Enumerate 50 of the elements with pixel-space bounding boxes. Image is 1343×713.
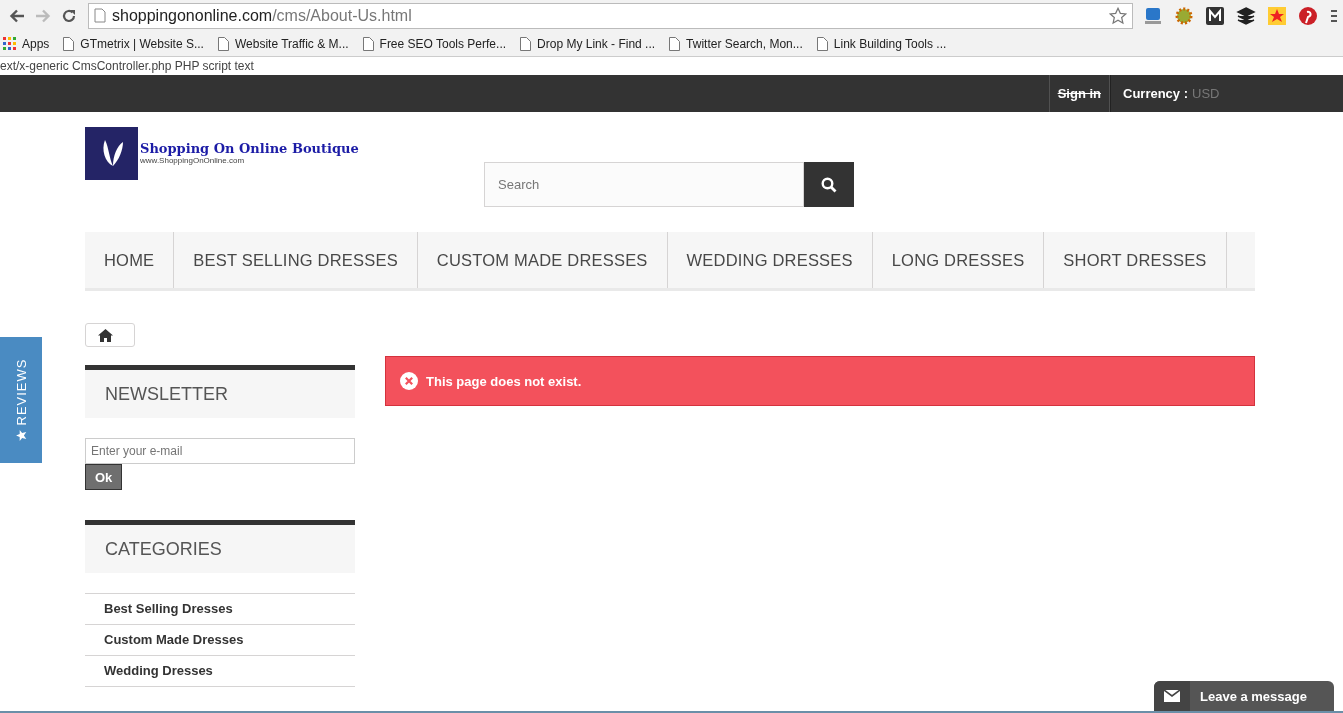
chat-button[interactable]: Leave a message: [1154, 681, 1334, 711]
bookmark[interactable]: Apps: [3, 36, 50, 51]
logo-badge[interactable]: [85, 127, 138, 180]
nav-link[interactable]: HOME: [85, 232, 175, 288]
nav-link[interactable]: BEST SELLING DRESSES: [174, 232, 418, 288]
block-title: NEWSLETTER: [105, 383, 228, 405]
ok-button[interactable]: Ok: [85, 464, 123, 490]
category-link[interactable]: Custom Made Dresses: [85, 625, 355, 656]
search-field[interactable]: Search: [484, 162, 804, 207]
category-link[interactable]: Wedding Dresses: [85, 656, 355, 687]
page-icon: [94, 8, 106, 23]
page-icon: [520, 36, 532, 51]
page-icon: [669, 36, 681, 51]
bookmark[interactable]: Twitter Search, Mon...: [669, 36, 803, 51]
pin-icon[interactable]: [1298, 5, 1318, 26]
page-icon: [816, 36, 828, 51]
page-icon: [217, 36, 229, 51]
nav-link[interactable]: WEDDING DRESSES: [667, 232, 873, 288]
nav-link[interactable]: CUSTOM MADE DRESSES: [417, 232, 668, 288]
star-icon: [15, 429, 27, 442]
bookmark[interactable]: Website Traffic & M...: [217, 36, 349, 51]
block-title: CATEGORIES: [105, 538, 222, 560]
nav-link[interactable]: LONG DRESSES: [872, 232, 1045, 288]
apps-icon: [3, 37, 16, 50]
error-message: This page does not exist.: [426, 373, 582, 389]
bookmark[interactable]: Link Building Tools ...: [816, 36, 947, 51]
layers-icon[interactable]: [1236, 5, 1256, 26]
home-icon: [98, 328, 113, 342]
page-icon: [63, 36, 75, 51]
currency-selector[interactable]: Currency : USD: [1110, 75, 1253, 112]
envelope-icon: [1164, 690, 1180, 702]
bookmark[interactable]: GTmetrix | Website S...: [63, 36, 204, 51]
search-icon: [821, 176, 837, 193]
address-bar[interactable]: shoppingononline.com/cms/About-Us.html: [88, 2, 1133, 29]
logo-title[interactable]: Shopping On Online Boutique: [140, 141, 359, 156]
error-icon: [400, 372, 418, 390]
sign-in-link[interactable]: Sign in: [1048, 75, 1110, 112]
star-icon[interactable]: [1109, 6, 1127, 25]
bookmark[interactable]: Drop My Link - Find ...: [520, 36, 656, 51]
email-field[interactable]: Enter your e-mail: [85, 438, 355, 464]
bookmark[interactable]: Free SEO Tools Perfe...: [362, 36, 507, 51]
extension-icon[interactable]: [1205, 5, 1225, 26]
gear-icon[interactable]: [1174, 5, 1194, 26]
reviews-tab[interactable]: REVIEWS: [0, 337, 42, 463]
search-button[interactable]: [804, 162, 854, 207]
nav-link[interactable]: SHORT DRESSES: [1044, 232, 1227, 288]
category-link[interactable]: Best Selling Dresses: [85, 594, 355, 625]
page-icon: [362, 36, 374, 51]
logo-tagline: www.ShoppingOnOnline.com: [140, 156, 246, 165]
breadcrumb[interactable]: [85, 323, 135, 347]
